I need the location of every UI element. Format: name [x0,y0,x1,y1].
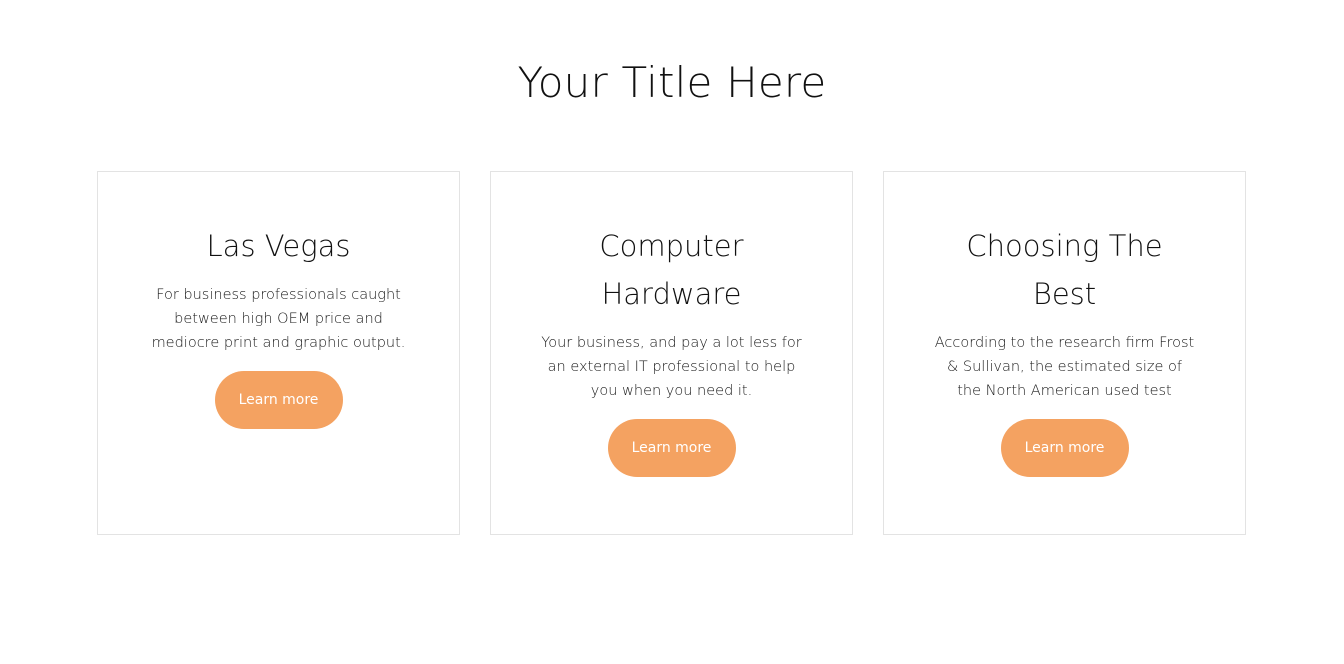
page-title: Your Title Here [517,58,827,107]
card-computer-hardware: Computer Hardware Your business, and pay… [490,171,853,535]
card-title: Computer Hardware [599,229,744,311]
card-grid: Las Vegas For business professionals cau… [97,171,1247,535]
card-description: Your business, and pay a lot less for an… [541,335,802,399]
learn-more-button[interactable]: Learn more [1000,419,1129,477]
page: Your Title Here Las Vegas For business p… [0,0,1344,664]
card-description: According to the research firm Frost & S… [934,335,1195,399]
learn-more-button[interactable]: Learn more [214,371,343,429]
card-title: Las Vegas [206,229,351,263]
card-title: Choosing The Best [966,229,1163,311]
learn-more-button[interactable]: Learn more [607,419,736,477]
card-las-vegas: Las Vegas For business professionals cau… [97,171,460,535]
card-choosing-the-best: Choosing The Best According to the resea… [883,171,1246,535]
card-description: For business professionals caught betwee… [151,287,406,351]
